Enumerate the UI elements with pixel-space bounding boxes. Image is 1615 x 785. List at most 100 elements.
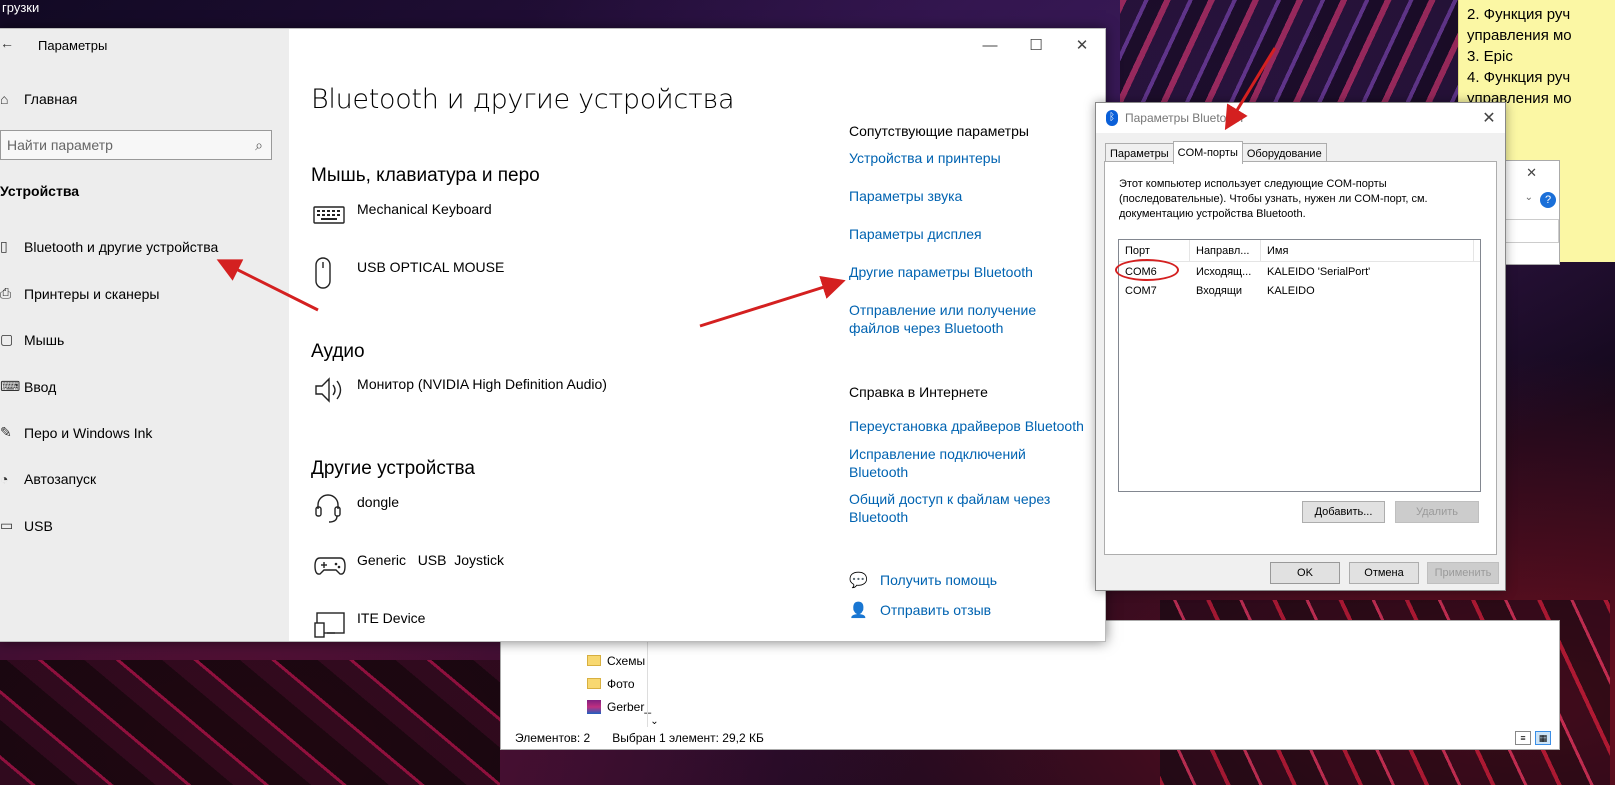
page-title: Bluetooth и другие устройства xyxy=(311,84,735,115)
ok-button[interactable]: OK xyxy=(1270,562,1340,584)
maximize-button[interactable]: ☐ xyxy=(1013,29,1059,61)
bluetooth-settings-dialog: ᛒ Параметры Bluetooth ✕ Параметры COM-по… xyxy=(1095,102,1506,591)
search-icon[interactable]: ⌕ xyxy=(247,137,271,154)
device-item[interactable]: dongle xyxy=(311,488,399,528)
settings-sidebar: ← Параметры ⌂ Главная Найти параметр ⌕ У… xyxy=(0,29,289,641)
item-count: Элементов: 2 xyxy=(515,731,591,745)
wallpaper-pattern xyxy=(1120,0,1470,110)
device-item[interactable]: Монитор (NVIDIA High Definition Audio) xyxy=(311,370,607,410)
port-cell: COM6 xyxy=(1125,265,1157,278)
printer-icon: ⎙ xyxy=(0,285,12,301)
speaker-icon xyxy=(311,370,357,410)
table-row[interactable]: COM6 Исходящ... KALEIDO 'SerialPort' xyxy=(1115,259,1480,281)
column-header-name[interactable]: Имя xyxy=(1261,240,1474,261)
list-header: Порт Направл... Имя xyxy=(1119,240,1480,262)
sidebar-item-autoplay[interactable]: ◔ Автозапуск xyxy=(0,471,96,487)
help-chat-icon: 💬 xyxy=(849,572,868,589)
device-name: Generic USB Joystick xyxy=(357,552,505,568)
tab-parameters[interactable]: Параметры xyxy=(1105,143,1174,163)
related-settings-heading: Сопутствующие параметры xyxy=(849,123,1029,139)
chevron-down-icon[interactable]: ⌄ xyxy=(648,716,661,727)
com-ports-description: Этот компьютер использует следующие COM-… xyxy=(1119,178,1428,220)
get-help-link[interactable]: 💬 Получить помощь xyxy=(849,571,997,589)
home-icon: ⌂ xyxy=(0,91,9,107)
file-name: Фото xyxy=(607,676,635,691)
gamepad-icon xyxy=(311,546,357,586)
feedback-icon: 👤 xyxy=(849,602,868,619)
table-row[interactable]: COM7 Входящи KALEIDO xyxy=(1119,281,1480,300)
device-item[interactable]: ITE Device xyxy=(311,604,425,644)
column-header-direction[interactable]: Направл... xyxy=(1190,240,1261,261)
close-icon[interactable]: ✕ xyxy=(1479,108,1499,128)
mouse-icon: ▢ xyxy=(0,331,14,347)
sidebar-item-bluetooth[interactable]: ▯ Bluetooth и другие устройства xyxy=(0,238,218,255)
large-icons-view-icon[interactable]: ▦ xyxy=(1535,731,1551,745)
name-cell: KALEIDO xyxy=(1267,284,1315,297)
feedback-label: Отправить отзыв xyxy=(880,602,992,618)
background-window: ✕ ? ⌄ xyxy=(1500,160,1560,265)
sidebar-item-label: Перо и Windows Ink xyxy=(24,424,153,441)
link-sound-settings[interactable]: Параметры звука xyxy=(849,187,1089,205)
link-devices-printers[interactable]: Устройства и принтеры xyxy=(849,149,1089,167)
sidebar-item-home[interactable]: ⌂ Главная xyxy=(0,91,77,107)
add-button[interactable]: Добавить... xyxy=(1302,501,1385,523)
tab-hardware[interactable]: Оборудование xyxy=(1241,143,1327,163)
background-window-text: грузки xyxy=(2,0,40,15)
headset-icon xyxy=(311,488,357,528)
window-controls: — ☐ ✕ xyxy=(967,29,1105,61)
link-send-receive-files[interactable]: Отправление или получение файлов через B… xyxy=(849,301,1089,337)
autoplay-icon: ◔ xyxy=(0,471,9,487)
cancel-button[interactable]: Отмена xyxy=(1349,562,1419,584)
sidebar-item-mouse[interactable]: ▢ Мышь xyxy=(0,331,64,348)
sidebar-item-label: Мышь xyxy=(24,331,65,348)
direction-cell: Входящи xyxy=(1196,284,1243,297)
device-name: USB OPTICAL MOUSE xyxy=(357,259,505,275)
search-placeholder: Найти параметр xyxy=(7,137,113,153)
folder-icon xyxy=(587,655,601,666)
pen-icon: ✎ xyxy=(0,424,12,440)
device-item[interactable]: USB OPTICAL MOUSE xyxy=(311,253,504,293)
sidebar-item-usb[interactable]: ▭ USB xyxy=(0,517,53,534)
apply-button[interactable]: Применить xyxy=(1427,562,1499,584)
sticky-line: 2. Функция руч xyxy=(1467,6,1571,23)
dialog-title: Параметры Bluetooth xyxy=(1125,111,1244,125)
com-port-list[interactable]: Порт Направл... Имя COM6 Исходящ... KALE… xyxy=(1115,239,1481,492)
close-button[interactable]: ✕ xyxy=(1059,29,1105,61)
device-item[interactable]: Mechanical Keyboard xyxy=(311,195,492,235)
help-heading: Справка в Интернете xyxy=(849,384,988,400)
device-name: ITE Device xyxy=(357,610,426,626)
search-input[interactable]: Найти параметр ⌕ xyxy=(0,130,272,160)
dialog-titlebar: ᛒ Параметры Bluetooth ✕ xyxy=(1096,103,1505,133)
get-help-label: Получить помощь xyxy=(880,572,998,588)
tab-panel-com-ports: Этот компьютер использует следующие COM-… xyxy=(1104,161,1497,555)
details-view-icon[interactable]: ≡ xyxy=(1515,731,1531,745)
link-fix-connections[interactable]: Исправление подключений Bluetooth xyxy=(849,445,1039,481)
column-header-port[interactable]: Порт xyxy=(1119,240,1190,261)
sidebar-item-label: Ввод xyxy=(24,378,57,395)
sidebar-item-pen[interactable]: ✎ Перо и Windows Ink xyxy=(0,424,152,441)
sticky-line: 3. Epic xyxy=(1467,48,1513,65)
link-more-bluetooth-options[interactable]: Другие параметры Bluetooth xyxy=(849,263,1089,281)
link-reinstall-drivers[interactable]: Переустановка драйверов Bluetooth xyxy=(849,417,1089,435)
group-title-audio: Аудио xyxy=(311,341,365,362)
sidebar-item-label: Главная xyxy=(24,91,78,107)
link-share-files[interactable]: Общий доступ к файлам через Bluetooth xyxy=(849,490,1059,526)
name-cell: KALEIDO 'SerialPort' xyxy=(1267,265,1371,278)
device-name: Монитор (NVIDIA High Definition Audio) xyxy=(357,376,607,392)
minimize-button[interactable]: — xyxy=(967,29,1013,61)
feedback-link[interactable]: 👤 Отправить отзыв xyxy=(849,601,991,619)
sidebar-section-label: Устройства xyxy=(0,183,80,199)
sidebar-item-label: USB xyxy=(24,517,53,534)
file-name: Gerber_ xyxy=(607,699,652,714)
wallpaper-pattern xyxy=(0,660,500,785)
usb-icon: ▭ xyxy=(0,517,14,533)
sidebar-item-printers[interactable]: ⎙ Принтеры и сканеры xyxy=(0,285,159,302)
keyboard-icon xyxy=(311,195,357,235)
back-arrow-icon[interactable]: ← xyxy=(0,35,14,51)
device-item[interactable]: Generic USB Joystick xyxy=(311,546,504,586)
tab-com-ports[interactable]: COM-порты xyxy=(1172,141,1243,164)
remove-button[interactable]: Удалить xyxy=(1395,501,1479,523)
link-display-settings[interactable]: Параметры дисплея xyxy=(849,225,1089,243)
selection-info: Выбран 1 элемент: 29,2 КБ xyxy=(612,731,764,745)
sidebar-item-input[interactable]: ⌨ Ввод xyxy=(0,378,56,395)
